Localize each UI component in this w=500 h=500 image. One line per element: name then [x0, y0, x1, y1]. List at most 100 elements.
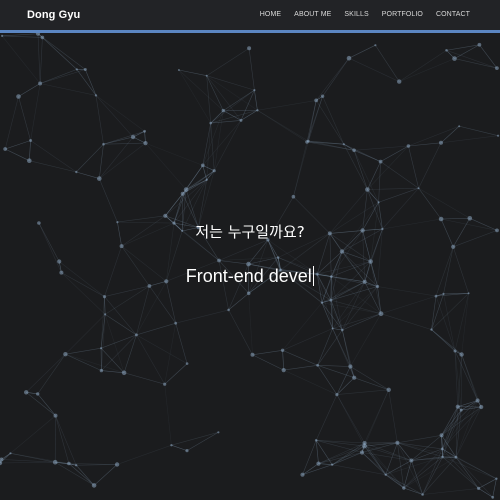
network-node — [434, 294, 438, 298]
network-link — [100, 334, 137, 349]
network-link — [282, 350, 318, 366]
network-node — [200, 163, 205, 168]
network-link — [103, 142, 146, 145]
brand-logo[interactable]: Dong Gyu — [27, 9, 80, 21]
network-link — [178, 69, 207, 76]
network-link — [76, 171, 100, 179]
network-node — [459, 408, 463, 412]
network-link — [367, 189, 379, 203]
network-link — [348, 44, 376, 59]
network-link — [378, 161, 381, 203]
network-node — [24, 390, 29, 395]
network-node — [217, 431, 220, 434]
hero-typed-text-line: Front-end devel — [0, 266, 500, 287]
network-node — [406, 144, 411, 148]
network-link — [18, 96, 31, 141]
network-link — [454, 350, 459, 407]
network-link — [315, 100, 345, 145]
network-link — [492, 478, 497, 498]
network-link — [380, 313, 432, 330]
hero-section: 저는 누구일까요? Front-end devel — [0, 33, 500, 500]
network-link — [336, 389, 389, 395]
network-node — [227, 308, 230, 312]
network-node — [359, 450, 365, 455]
network-node — [75, 68, 78, 71]
network-link — [171, 432, 219, 446]
nav-link-skills[interactable]: SKILLS — [344, 11, 368, 18]
network-node — [467, 216, 473, 221]
network-link — [282, 302, 323, 351]
network-node — [209, 121, 212, 125]
network-node — [454, 455, 458, 459]
network-link — [99, 142, 146, 179]
network-link — [173, 193, 183, 224]
network-link — [422, 448, 443, 495]
network-link — [173, 179, 207, 224]
network-node — [430, 328, 433, 331]
network-link — [116, 444, 172, 465]
nav-link-contact[interactable]: CONTACT — [436, 11, 470, 18]
network-node — [67, 461, 71, 466]
network-node — [307, 139, 310, 143]
network-node — [102, 295, 107, 299]
network-link — [252, 350, 283, 356]
nav-link-portfolio[interactable]: PORTFOLIO — [382, 11, 423, 18]
network-link — [2, 33, 39, 37]
network-node — [335, 393, 339, 397]
network-link — [293, 141, 309, 197]
network-link — [136, 334, 188, 364]
network-link — [380, 145, 409, 162]
network-link — [136, 322, 176, 336]
network-link — [315, 58, 350, 101]
network-link — [248, 293, 253, 355]
network-node — [38, 81, 43, 86]
network-link — [30, 140, 77, 173]
network-node — [83, 68, 87, 71]
network-node — [174, 321, 178, 325]
network-node — [102, 142, 105, 146]
network-node — [316, 363, 319, 367]
network-node — [320, 94, 325, 98]
network-link — [30, 83, 41, 141]
network-link — [101, 334, 137, 371]
network-node — [445, 49, 448, 52]
network-link — [353, 150, 368, 190]
nav-link-about-me[interactable]: ABOUT ME — [294, 11, 331, 18]
network-node — [439, 433, 444, 438]
network-link — [104, 285, 150, 297]
network-link — [397, 442, 443, 450]
network-node — [185, 449, 189, 453]
network-link — [202, 120, 242, 166]
network-link — [408, 125, 460, 147]
network-link — [364, 445, 386, 475]
network-link — [332, 452, 363, 465]
network-node — [63, 352, 68, 357]
network-link — [252, 354, 284, 371]
network-node — [104, 313, 107, 316]
network-node — [377, 201, 380, 204]
network-link — [315, 394, 338, 441]
network-node — [3, 147, 8, 151]
network-node — [409, 458, 414, 463]
network-link — [431, 296, 437, 330]
network-link — [2, 35, 43, 38]
network-link — [210, 123, 215, 171]
network-link — [442, 448, 479, 489]
network-link — [18, 83, 41, 97]
network-link — [399, 50, 447, 82]
network-link — [104, 296, 106, 315]
network-node — [342, 143, 345, 146]
network-link — [37, 33, 41, 84]
network-link — [99, 144, 104, 179]
network-node — [250, 352, 255, 357]
network-node — [352, 375, 357, 380]
network-link — [165, 193, 183, 216]
network-node — [221, 108, 225, 113]
network-link — [254, 90, 258, 111]
network-node — [329, 298, 333, 302]
network-link — [228, 293, 249, 311]
typing-cursor — [312, 266, 315, 286]
network-node — [495, 66, 499, 70]
network-node — [99, 368, 104, 373]
nav-link-home[interactable]: HOME — [260, 11, 281, 18]
